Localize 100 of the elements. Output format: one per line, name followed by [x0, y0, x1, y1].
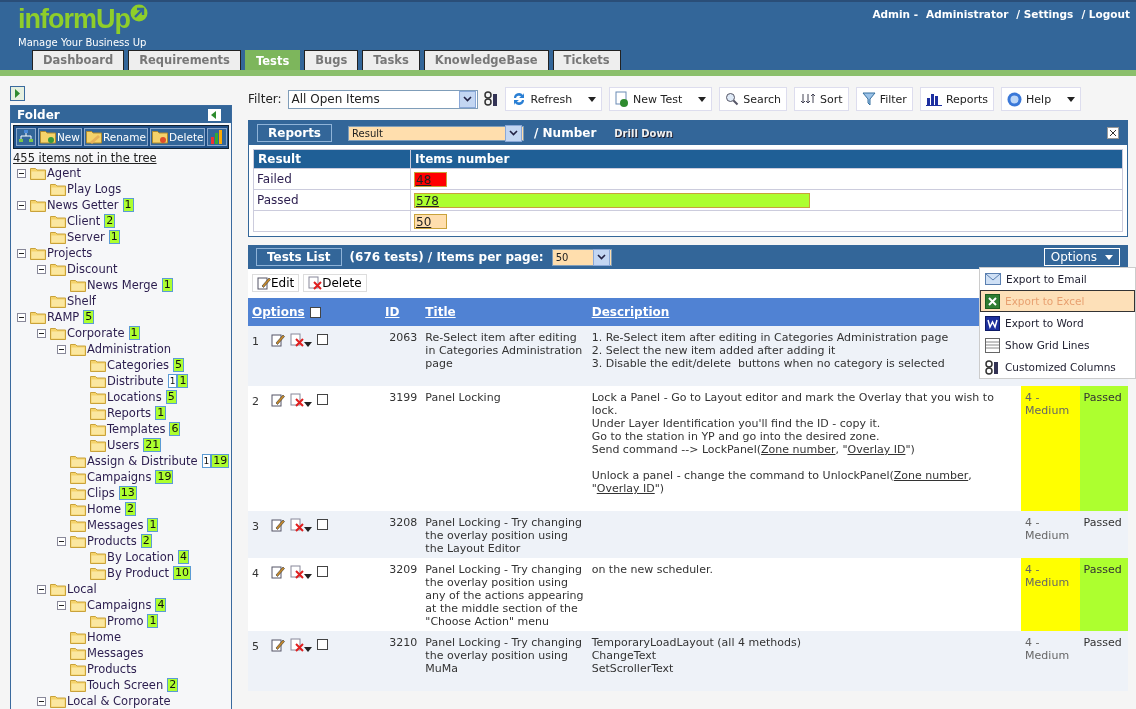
folder-name[interactable]: Touch Screen [87, 678, 164, 692]
folder-name[interactable]: Messages [87, 646, 144, 660]
edit-icon[interactable] [257, 276, 271, 290]
folder-name[interactable]: Corporate [67, 326, 125, 340]
collapse-icon[interactable] [37, 696, 46, 706]
folder-name[interactable]: Promo [107, 614, 144, 628]
unsorted-items-link[interactable]: 455 items not in the tree [13, 151, 157, 165]
collapse-icon[interactable] [57, 344, 66, 354]
link[interactable]: Overlay ID [847, 443, 906, 456]
folder-name[interactable]: Home [87, 502, 121, 516]
delete-icon[interactable] [290, 332, 304, 347]
result-bar[interactable]: 578 [414, 192, 810, 208]
delete-icon[interactable] [290, 517, 304, 532]
collapse-icon[interactable] [17, 248, 26, 258]
folder-name[interactable]: Administration [87, 342, 172, 356]
delete-icon[interactable] [290, 392, 304, 407]
collapse-icon[interactable] [37, 328, 46, 338]
menu-item[interactable]: Export to Email [980, 268, 1135, 290]
toolbar-button[interactable]: New [38, 128, 82, 146]
items-per-page-dropdown[interactable]: 50 [551, 248, 612, 266]
nav-tab[interactable]: Dashboard [32, 50, 125, 70]
select-all-checkbox[interactable] [309, 306, 321, 318]
folder-name[interactable]: Projects [47, 246, 93, 260]
nav-tab[interactable]: Tickets [552, 50, 621, 70]
action-button[interactable]: Delete [303, 274, 367, 292]
folder-name[interactable]: Server [67, 230, 105, 244]
nav-tab[interactable]: KnowledgeBase [423, 50, 549, 70]
result-bar[interactable]: 50 [414, 213, 448, 229]
header-link[interactable]: / Settings [1016, 8, 1074, 20]
folder-name[interactable]: Clips [87, 486, 115, 500]
row-checkbox[interactable] [317, 566, 328, 577]
folder-name[interactable]: Client [67, 214, 101, 228]
toolbar-button[interactable]: Help [1001, 87, 1082, 111]
nav-tab[interactable]: Tasks [362, 50, 420, 70]
edit-icon[interactable] [271, 637, 285, 652]
close-icon[interactable] [1107, 127, 1119, 139]
folder-name[interactable]: Local & Corporate [67, 694, 171, 708]
folder-name[interactable]: Play Logs [67, 182, 122, 196]
folder-name[interactable]: Shelf [67, 294, 96, 308]
folder-name[interactable]: Campaigns [87, 598, 152, 612]
folder-name[interactable]: Categories [107, 358, 169, 372]
toolbar-button[interactable]: New Test [609, 87, 713, 111]
folder-name[interactable]: By Product [107, 566, 169, 580]
expand-panel-icon[interactable] [10, 86, 25, 101]
row-checkbox[interactable] [317, 394, 328, 405]
toolbar-button[interactable]: Filter [855, 87, 913, 111]
panel-tab[interactable]: Reports [257, 124, 332, 142]
toolbar-button[interactable]: Reports [919, 87, 995, 111]
folder-name[interactable]: Products [87, 662, 137, 676]
menu-item[interactable]: Export to Word [980, 312, 1135, 334]
folder-name[interactable]: Distribute [107, 374, 164, 388]
edit-icon[interactable] [271, 392, 285, 407]
panel-tab[interactable]: Tests List [256, 248, 342, 266]
column-header[interactable]: Title [425, 305, 456, 319]
collapse-icon[interactable] [17, 312, 26, 322]
nav-tab[interactable]: Requirements [128, 50, 241, 70]
delete-icon[interactable] [290, 564, 304, 579]
result-bar[interactable]: 48 [414, 171, 448, 187]
folder-name[interactable]: Templates [107, 422, 166, 436]
folder-name[interactable]: News Getter [47, 198, 119, 212]
folder-name[interactable]: Locations [107, 390, 162, 404]
report-field-dropdown[interactable]: Result [348, 125, 524, 141]
menu-item[interactable]: Customized Columns [980, 356, 1135, 378]
collapse-panel-icon[interactable] [208, 108, 221, 121]
toolbar-button[interactable]: Search [719, 87, 788, 111]
collapse-icon[interactable] [17, 200, 26, 210]
toolbar-button[interactable]: Sort [794, 87, 849, 111]
collapse-icon[interactable] [37, 264, 46, 274]
edit-icon[interactable] [271, 332, 285, 347]
collapse-icon[interactable] [17, 168, 26, 178]
delete-icon[interactable] [290, 637, 304, 652]
column-header[interactable]: Description [591, 305, 670, 319]
link[interactable]: Zone number [761, 443, 836, 456]
folder-name[interactable]: News Merge [87, 278, 158, 292]
toolbar-button[interactable]: Refresh [504, 87, 603, 111]
edit-icon[interactable] [271, 564, 285, 579]
header-link[interactable]: Administrator [926, 8, 1009, 20]
row-checkbox[interactable] [317, 334, 328, 345]
folder-name[interactable]: Campaigns [87, 470, 152, 484]
filter-dropdown[interactable]: All Open Items [287, 89, 478, 109]
edit-icon[interactable] [271, 517, 285, 532]
filter-settings-icon[interactable] [483, 91, 498, 107]
row-checkbox[interactable] [317, 519, 328, 530]
folder-name[interactable]: By Location [107, 550, 174, 564]
folder-name[interactable]: Agent [47, 166, 82, 180]
delete-icon[interactable] [308, 276, 323, 290]
drill-down-link[interactable]: Drill Down [614, 127, 673, 139]
folder-name[interactable]: Users [107, 438, 140, 452]
folder-name[interactable]: Reports [107, 406, 152, 420]
options-button[interactable]: Options [1043, 248, 1120, 266]
toolbar-button[interactable]: Delete [149, 128, 206, 146]
folder-name[interactable]: Home [87, 630, 121, 644]
folder-name[interactable]: Products [87, 534, 137, 548]
folder-name[interactable]: Local [67, 582, 97, 596]
folder-name[interactable]: Discount [67, 262, 118, 276]
toolbar-button[interactable]: Rename [83, 128, 148, 146]
folder-name[interactable]: RAMP [47, 310, 80, 324]
icon-button[interactable] [16, 128, 36, 146]
row-checkbox[interactable] [317, 639, 328, 650]
action-button[interactable]: Edit [252, 274, 300, 292]
